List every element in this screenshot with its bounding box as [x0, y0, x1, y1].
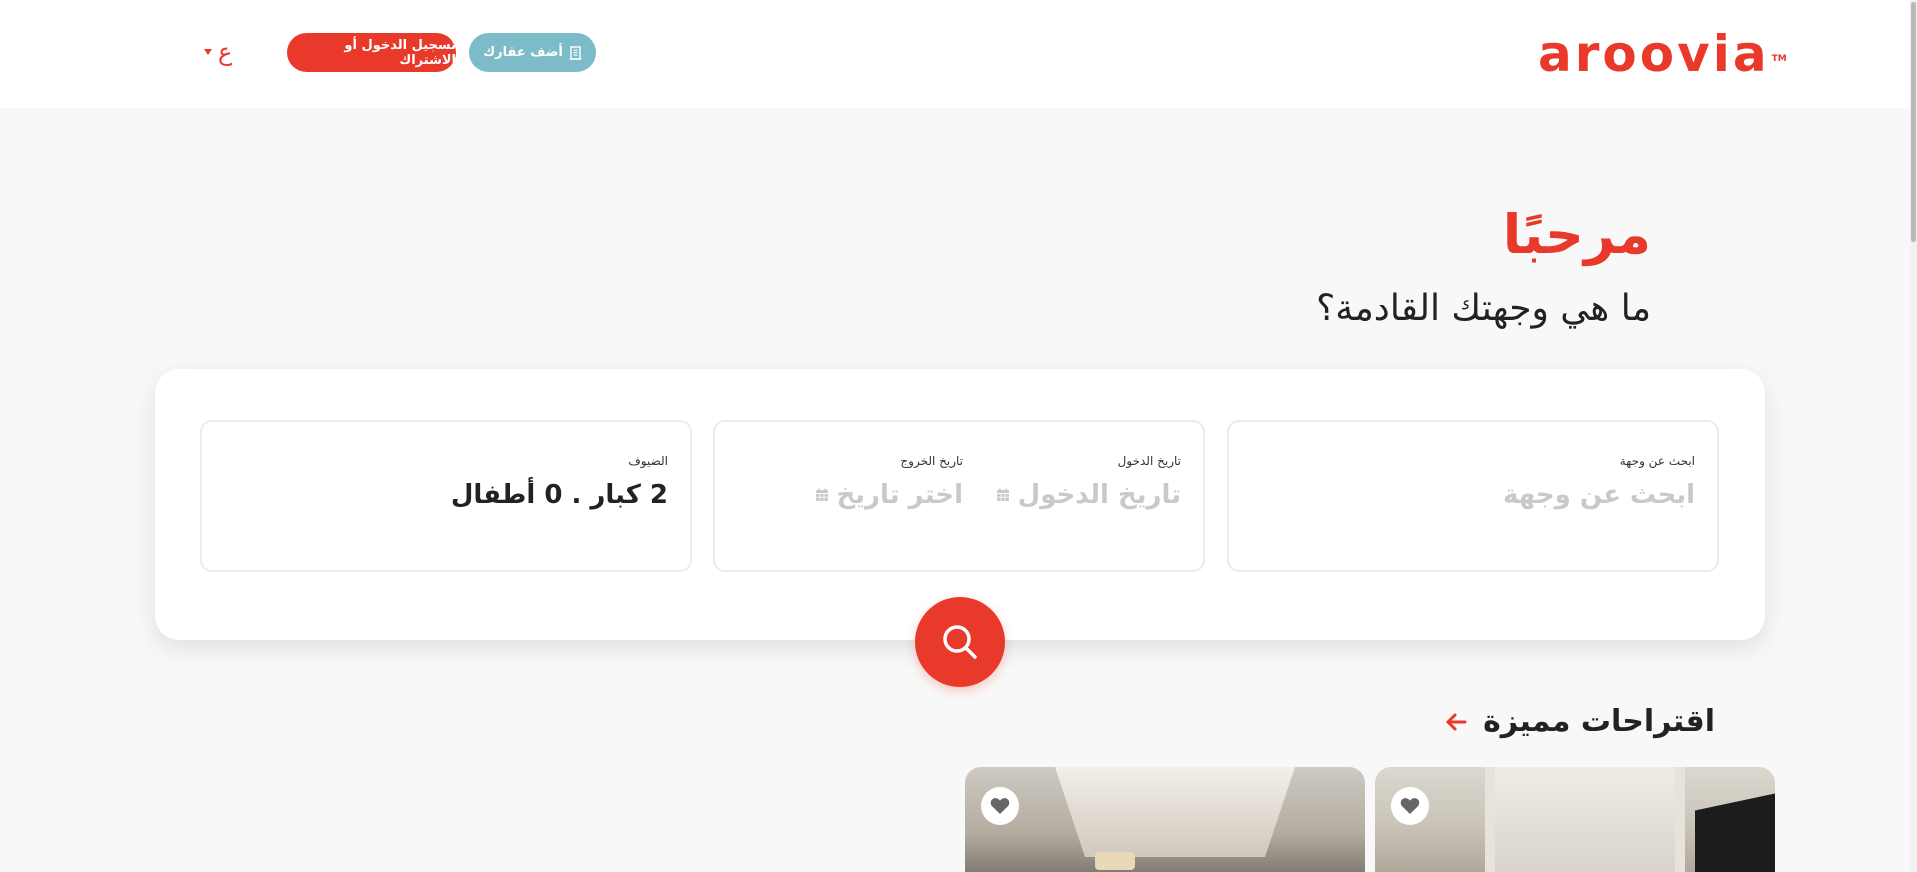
- checkin-input[interactable]: تاريخ الدخول: [996, 480, 1181, 510]
- logo-trademark: TM: [1771, 54, 1787, 64]
- property-image-detail: [1095, 852, 1135, 870]
- calendar-icon: [996, 488, 1009, 501]
- property-card[interactable]: [1375, 767, 1775, 872]
- logo[interactable]: aroovia TM: [1538, 24, 1787, 84]
- guests-value: 2 كبار . 0 أطفال: [450, 480, 668, 510]
- featured-section-header: اقتراحات مميزة: [1445, 704, 1715, 739]
- heart-icon: [1400, 798, 1420, 814]
- property-image-detail: [1695, 793, 1775, 872]
- dates-field: تاريخ الدخول تاريخ الدخول تاريخ الخروج ا…: [713, 420, 1205, 572]
- destination-label: ابحث عن وجهة: [1619, 454, 1695, 468]
- checkout-label: تاريخ الخروج: [900, 454, 963, 468]
- destination-field[interactable]: ابحث عن وجهة ابحث عن وجهة: [1227, 420, 1719, 572]
- caret-down-icon: [204, 49, 212, 55]
- top-header: aroovia TM أضف عقارك تسجيل الدخول أو الا…: [0, 0, 1917, 108]
- search-button[interactable]: [915, 597, 1005, 687]
- login-signup-button[interactable]: تسجيل الدخول أو الاشتراك: [287, 33, 456, 72]
- checkout-placeholder: اختر تاريخ: [836, 480, 963, 510]
- add-property-label: أضف عقارك: [483, 45, 563, 60]
- search-icon: [943, 625, 977, 659]
- login-signup-label: تسجيل الدخول أو الاشتراك: [344, 37, 456, 68]
- featured-title: اقتراحات مميزة: [1483, 704, 1715, 739]
- language-label: ع: [218, 38, 233, 66]
- language-selector[interactable]: ع: [204, 38, 232, 66]
- building-icon: [569, 45, 582, 60]
- calendar-icon: [815, 488, 828, 501]
- add-property-button[interactable]: أضف عقارك: [469, 33, 596, 72]
- guests-field[interactable]: الضيوف 2 كبار . 0 أطفال: [200, 420, 692, 572]
- checkin-label: تاريخ الدخول: [1117, 454, 1181, 468]
- greeting-title: مرحبًا: [1502, 203, 1651, 266]
- hero-subtitle: ما هي وجهتك القادمة؟: [1316, 288, 1651, 329]
- heart-icon: [990, 798, 1010, 814]
- arrow-left-icon[interactable]: [1445, 711, 1467, 733]
- favorite-button[interactable]: [981, 787, 1019, 825]
- destination-input[interactable]: ابحث عن وجهة: [1503, 480, 1695, 510]
- guests-label: الضيوف: [628, 454, 668, 468]
- property-image: [1055, 767, 1295, 857]
- property-image: [1485, 767, 1685, 872]
- property-card[interactable]: [965, 767, 1365, 872]
- logo-text: aroovia: [1538, 25, 1770, 83]
- favorite-button[interactable]: [1391, 787, 1429, 825]
- checkout-input[interactable]: اختر تاريخ: [815, 480, 963, 510]
- scrollbar-thumb[interactable]: [1911, 2, 1916, 242]
- checkin-placeholder: تاريخ الدخول: [1017, 480, 1181, 510]
